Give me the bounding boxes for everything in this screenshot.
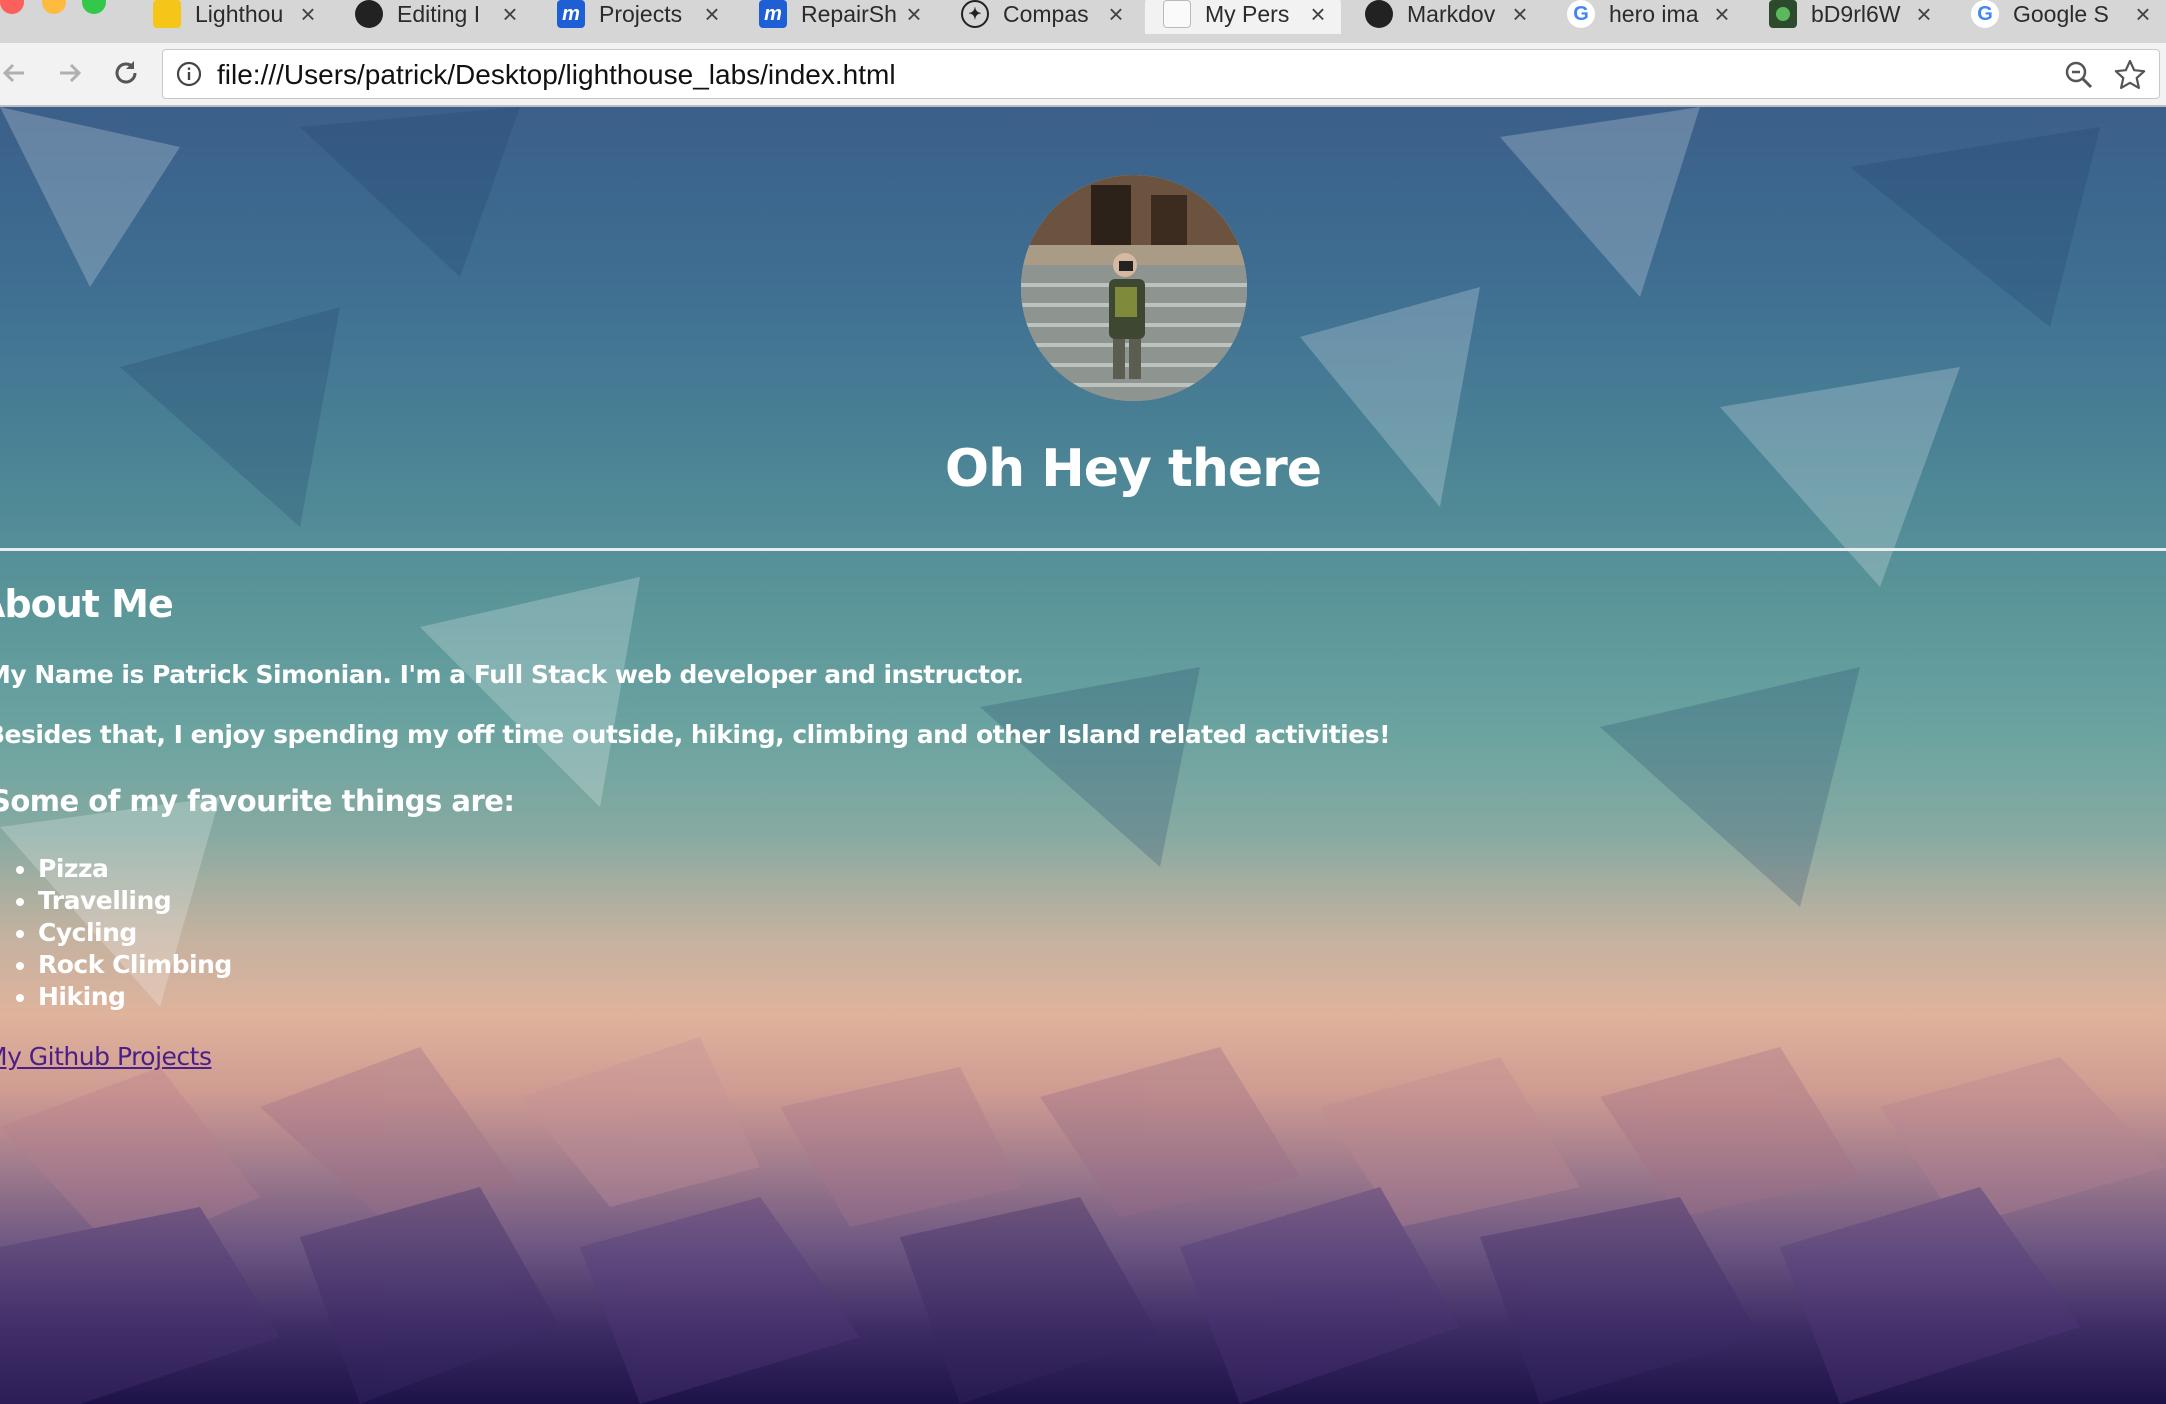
list-item: Travelling (38, 885, 232, 917)
close-icon[interactable]: × (1105, 1, 1127, 27)
bookmark-star-icon[interactable] (2113, 58, 2147, 92)
back-button[interactable] (0, 53, 34, 93)
about-heading: About Me (0, 582, 174, 626)
github-icon (1365, 0, 1393, 28)
forward-arrow-icon (60, 63, 82, 83)
tab-label: Lighthou (195, 0, 284, 27)
back-arrow-icon (2, 63, 24, 83)
tab-bd9rl6w[interactable]: bD9rl6W × (1751, 0, 1947, 34)
tab-label: Projects (599, 0, 683, 27)
info-icon[interactable] (175, 60, 203, 88)
divider (0, 548, 2166, 551)
tab-strip: Lighthou × Editing I × m Projects × m Re… (0, 0, 2166, 44)
tab-label: Compas (1003, 0, 1089, 27)
m-icon: m (557, 0, 585, 28)
list-item: Rock Climbing (38, 949, 232, 981)
tab-my-personal[interactable]: My Pers × (1145, 0, 1341, 34)
reload-button[interactable] (106, 53, 146, 93)
tab-label: RepairSh (801, 0, 897, 27)
close-window-button[interactable] (0, 0, 24, 14)
profile-photo (1021, 175, 1247, 401)
tab-repairshop[interactable]: m RepairSh × (741, 0, 937, 34)
close-icon[interactable]: × (903, 1, 925, 27)
close-icon[interactable]: × (1509, 1, 1531, 27)
github-icon (355, 0, 383, 28)
tab-label: My Pers (1205, 0, 1290, 27)
close-icon[interactable]: × (1913, 1, 1935, 27)
github-projects-link[interactable]: My Github Projects (0, 1042, 212, 1071)
favourites-heading: Some of my favourite things are: (0, 784, 515, 818)
avatar (1021, 175, 1247, 401)
page-viewport: Oh Hey there About Me My Name is Patrick… (0, 107, 2166, 1404)
favourites-list: Pizza Travelling Cycling Rock Climbing H… (0, 853, 232, 1013)
close-icon[interactable]: × (499, 1, 521, 27)
close-icon[interactable]: × (1307, 1, 1329, 27)
about-paragraph-1: My Name is Patrick Simonian. I'm a Full … (0, 660, 1024, 689)
tab-label: Editing I (397, 0, 481, 27)
address-bar[interactable]: file:///Users/patrick/Desktop/lighthouse… (162, 49, 2160, 99)
m-icon: m (759, 0, 787, 28)
tab-compass[interactable]: ✦ Compas × (943, 0, 1139, 34)
tab-lighthouse[interactable]: Lighthou × (135, 0, 331, 34)
tab-label: hero ima (1609, 0, 1699, 27)
tab-label: bD9rl6W (1811, 0, 1901, 27)
browser-toolbar: file:///Users/patrick/Desktop/lighthouse… (0, 43, 2166, 107)
tab-projects[interactable]: m Projects × (539, 0, 735, 34)
green-dot-icon (1769, 0, 1797, 28)
lighthouse-favicon-icon (153, 0, 181, 28)
list-item: Cycling (38, 917, 232, 949)
url-text[interactable]: file:///Users/patrick/Desktop/lighthouse… (217, 59, 896, 91)
tab-label: Google S (2013, 0, 2109, 27)
tab-google-search[interactable]: G Google S × (1953, 0, 2166, 34)
tab-markdown[interactable]: Markdov × (1347, 0, 1543, 34)
reload-icon (115, 61, 137, 84)
blank-page-icon (1163, 0, 1191, 28)
close-icon[interactable]: × (1711, 1, 1733, 27)
compass-icon: ✦ (961, 0, 989, 28)
forward-button[interactable] (50, 53, 90, 93)
google-icon: G (1971, 0, 1999, 28)
close-icon[interactable]: × (297, 1, 319, 27)
maximize-window-button[interactable] (82, 0, 106, 14)
tab-editing[interactable]: Editing I × (337, 0, 533, 34)
google-icon: G (1567, 0, 1595, 28)
close-icon[interactable]: × (2132, 1, 2154, 27)
close-icon[interactable]: × (701, 1, 723, 27)
page-title: Oh Hey there (944, 439, 1322, 499)
tab-label: Markdov (1407, 0, 1496, 27)
zoom-icon[interactable] (2063, 59, 2095, 91)
minimize-window-button[interactable] (42, 0, 66, 14)
list-item: Hiking (38, 981, 232, 1013)
list-item: Pizza (38, 853, 232, 885)
tab-hero-image[interactable]: G hero ima × (1549, 0, 1745, 34)
about-paragraph-2: Besides that, I enjoy spending my off ti… (0, 720, 1390, 749)
